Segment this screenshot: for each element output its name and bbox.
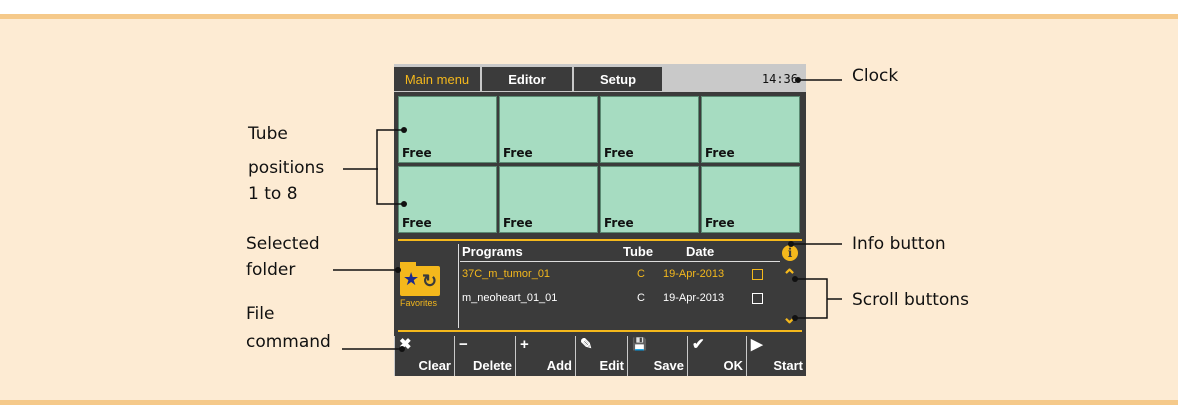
program-name: m_neoheart_01_01 xyxy=(462,292,558,304)
column-date: Date xyxy=(686,244,715,259)
button-label: Delete xyxy=(472,358,512,373)
button-label: Start xyxy=(773,358,803,373)
start-button[interactable]: ▶ Start xyxy=(746,336,806,376)
button-label: Add xyxy=(546,358,572,373)
callout-folder-line-2: folder xyxy=(246,260,296,280)
program-row[interactable]: m_neoheart_01_01 C 19-Apr-2013 xyxy=(460,290,780,308)
tube-position-8[interactable]: Free xyxy=(701,166,800,233)
callout-clock: Clock xyxy=(852,66,899,86)
callout-file-line-1: File xyxy=(246,304,275,324)
delete-button[interactable]: − Delete xyxy=(454,336,515,376)
close-icon: ✖ xyxy=(399,336,412,353)
callout-scroll-buttons: Scroll buttons xyxy=(852,290,969,310)
tube-status: Free xyxy=(402,146,432,160)
tube-status: Free xyxy=(705,146,735,160)
ok-button[interactable]: ✔ OK xyxy=(687,336,746,376)
info-button[interactable]: i xyxy=(782,245,798,261)
minus-icon: − xyxy=(459,336,468,353)
callout-tube-line-1: Tube xyxy=(248,124,288,144)
list-divider xyxy=(458,244,459,328)
header-rule xyxy=(460,261,780,262)
tube-position-1[interactable]: Free xyxy=(398,96,497,163)
clear-button[interactable]: ✖ Clear xyxy=(394,336,454,376)
button-label: OK xyxy=(723,358,744,373)
divider xyxy=(398,330,802,332)
play-icon: ▶ xyxy=(751,336,763,353)
tube-grid: Free Free Free Free Free Free Free Free xyxy=(398,96,804,234)
add-button[interactable]: + Add xyxy=(515,336,575,376)
tube-status: Free xyxy=(503,146,533,160)
column-tube: Tube xyxy=(623,244,654,259)
callout-folder-line-1: Selected xyxy=(246,234,320,254)
tube-position-5[interactable]: Free xyxy=(398,166,497,233)
column-programs: Programs xyxy=(462,244,523,259)
tube-position-3[interactable]: Free xyxy=(600,96,699,163)
tube-status: Free xyxy=(604,146,634,160)
tube-position-2[interactable]: Free xyxy=(499,96,598,163)
refresh-icon: ↻ xyxy=(422,271,438,291)
top-rule xyxy=(0,14,1178,19)
tube-status: Free xyxy=(402,216,432,230)
bottom-rule xyxy=(0,400,1178,405)
tab-editor[interactable]: Editor xyxy=(482,67,574,91)
tube-status: Free xyxy=(604,216,634,230)
program-date: 19-Apr-2013 xyxy=(663,268,725,280)
program-date: 19-Apr-2013 xyxy=(663,292,725,304)
floppy-disk-icon: 💾 xyxy=(632,337,647,351)
tube-status: Free xyxy=(503,216,533,230)
folder-label: Favorites xyxy=(400,298,438,308)
selected-folder[interactable]: ★ ↻ Favorites xyxy=(400,260,456,308)
edit-button[interactable]: ✎ Edit xyxy=(575,336,627,376)
tube-position-7[interactable]: Free xyxy=(600,166,699,233)
info-icon: i xyxy=(787,246,793,260)
plus-icon: + xyxy=(520,336,529,353)
button-label: Save xyxy=(653,358,684,373)
callout-tube-line-2: positions xyxy=(248,158,325,178)
row-checkbox[interactable] xyxy=(752,269,763,280)
scroll-down-button[interactable]: ⌄ xyxy=(782,307,800,327)
divider xyxy=(398,239,802,241)
button-label: Edit xyxy=(599,358,624,373)
scroll-up-button[interactable]: ⌃ xyxy=(782,266,800,286)
save-button[interactable]: 💾 Save xyxy=(627,336,687,376)
chevron-up-icon: ⌃ xyxy=(782,266,798,286)
callout-tube-line-3: 1 to 8 xyxy=(248,184,298,204)
program-name: 37C_m_tumor_01 xyxy=(462,268,551,280)
callout-info-button: Info button xyxy=(852,234,946,254)
tube-position-6[interactable]: Free xyxy=(499,166,598,233)
button-label: Clear xyxy=(418,358,451,373)
command-bar: ✖ Clear − Delete + Add ✎ Edit 💾 Save ✔ O… xyxy=(394,336,806,376)
row-checkbox[interactable] xyxy=(752,293,763,304)
edit-icon: ✎ xyxy=(580,336,593,353)
clock: 14:36 xyxy=(761,72,798,86)
tab-setup[interactable]: Setup xyxy=(574,67,664,91)
tube-position-4[interactable]: Free xyxy=(701,96,800,163)
device-screen: Main menu Editor Setup 14:36 Free Free F… xyxy=(394,64,806,376)
tab-main-menu[interactable]: Main menu xyxy=(394,67,482,91)
checkmark-icon: ✔ xyxy=(692,336,705,353)
program-tube: C xyxy=(637,292,645,304)
chevron-down-icon: ⌄ xyxy=(782,307,798,327)
tube-status: Free xyxy=(705,216,735,230)
callout-file-line-2: command xyxy=(246,332,331,352)
tab-bar: Main menu Editor Setup 14:36 xyxy=(394,64,806,92)
program-tube: C xyxy=(637,268,645,280)
program-row[interactable]: 37C_m_tumor_01 C 19-Apr-2013 xyxy=(460,266,780,284)
star-icon: ★ xyxy=(403,269,420,289)
